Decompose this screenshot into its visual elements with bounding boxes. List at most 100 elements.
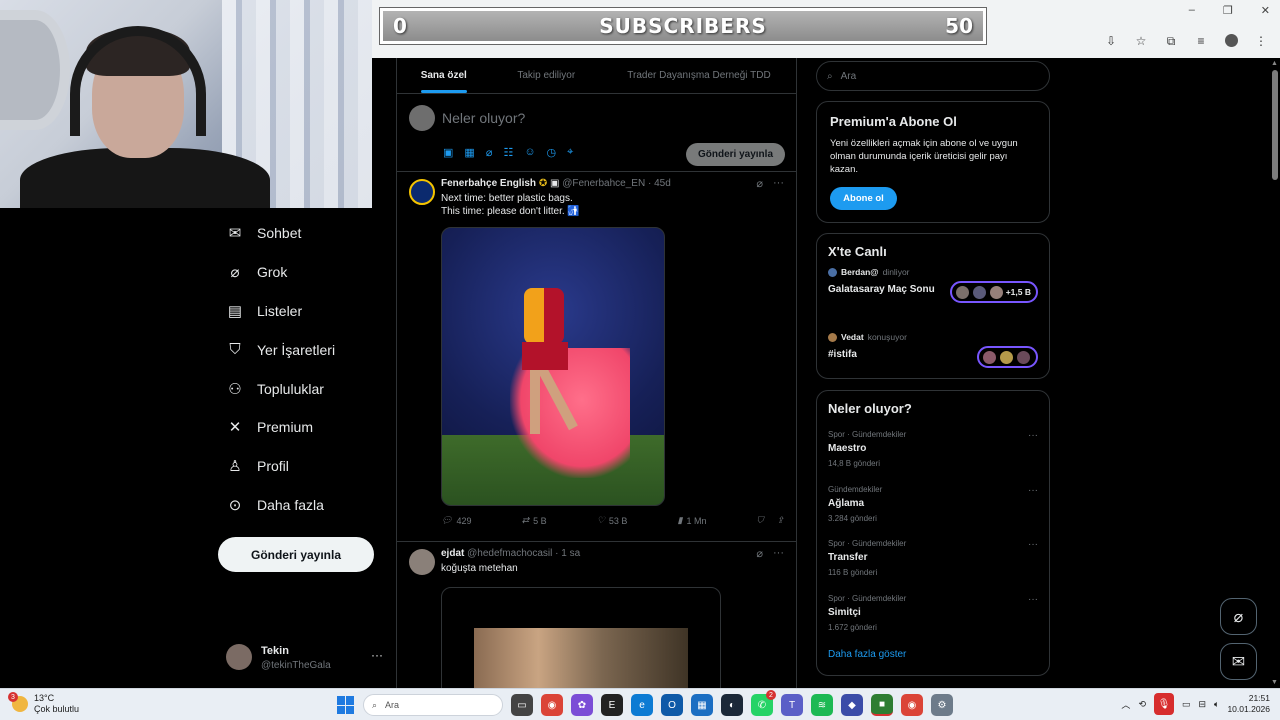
messages-floating-button[interactable]: ✉	[1220, 643, 1257, 680]
like-button[interactable]: ♡ 53 B	[597, 515, 628, 526]
more-icon[interactable]: ···	[1028, 485, 1038, 496]
more-icon[interactable]: ···	[1028, 430, 1038, 441]
account-switcher[interactable]: Tekin @tekinTheGala ···	[226, 644, 386, 674]
tweet-image[interactable]	[441, 227, 665, 506]
compose-input[interactable]: Neler oluyor?	[442, 110, 525, 126]
sidebar-item-communities[interactable]: ⚇ Topluluklar	[222, 369, 382, 408]
chrome-icon[interactable]: ◉	[541, 694, 563, 716]
bookmark-star-icon[interactable]: ☆	[1134, 34, 1148, 50]
share-icon[interactable]: ⇪	[776, 515, 784, 526]
recording-app-icon[interactable]: ■	[871, 694, 893, 716]
more-icon[interactable]: ···	[1028, 539, 1038, 550]
teams-icon[interactable]: T	[781, 694, 803, 716]
reading-list-icon[interactable]: ≡	[1194, 34, 1208, 50]
trend-item[interactable]: Gündemdekiler Ağlama 3.284 gönderi ···	[828, 485, 1038, 540]
avatar[interactable]	[409, 179, 435, 205]
emoji-icon[interactable]: ☺	[524, 146, 535, 159]
tab-community-tdd[interactable]: Trader Dayanışma Derneği TDD	[602, 58, 796, 93]
sidebar-item-more[interactable]: ⊙ Daha fazla	[222, 486, 382, 525]
listeners-pill[interactable]	[977, 346, 1038, 368]
grok-icon[interactable]: ⌀	[486, 146, 493, 159]
tweet-time[interactable]: 45d	[654, 178, 671, 189]
extensions-icon[interactable]: ⧉	[1164, 34, 1178, 50]
scroll-down-icon[interactable]: ▼	[1271, 679, 1278, 686]
sidebar-item-lists[interactable]: ▤ Listeler	[222, 292, 382, 331]
schedule-icon[interactable]: ◷	[547, 146, 557, 159]
display-icon[interactable]: ▭	[1182, 699, 1191, 710]
whatsapp-icon[interactable]: ✆ 2	[751, 690, 776, 716]
tweet-time[interactable]: 1 sa	[561, 548, 580, 559]
more-icon[interactable]: ···	[1028, 594, 1038, 605]
live-space-item[interactable]: Vedat konuşuyor #istifa	[828, 332, 1038, 389]
grok-floating-button[interactable]: ⌀	[1220, 598, 1257, 635]
tweet-author-name[interactable]: ejdat	[441, 548, 464, 559]
grok-icon[interactable]: ⌀	[756, 177, 763, 190]
weather-widget[interactable]: 3 13°C Çok bulutlu	[8, 692, 79, 715]
grok-icon[interactable]: ⌀	[756, 547, 763, 560]
trend-item[interactable]: Spor · Gündemdekiler Simitçi 1.672 gönde…	[828, 594, 1038, 649]
location-icon[interactable]: ⌖	[567, 146, 573, 159]
avatar[interactable]	[409, 549, 435, 575]
sync-icon[interactable]: ⟲	[1138, 699, 1146, 710]
tab-for-you[interactable]: Sana özel	[397, 58, 491, 93]
sidebar-item-profile[interactable]: ♙ Profil	[222, 447, 382, 486]
tab-following[interactable]: Takip ediliyor	[491, 58, 602, 93]
scroll-up-icon[interactable]: ▲	[1271, 60, 1278, 67]
page-scrollbar[interactable]: ▲ ▼	[1270, 58, 1280, 688]
tweet-author-handle[interactable]: @hedefmachocasil	[467, 548, 552, 559]
tweet[interactable]: Fenerbahçe English ✪ ▣ @Fenerbahce_EN · …	[397, 172, 796, 542]
store-icon[interactable]: ▦	[691, 694, 713, 716]
sidebar-item-bookmarks[interactable]: ⛉ Yer İşaretleri	[222, 330, 382, 369]
scrollbar-thumb[interactable]	[1272, 70, 1278, 180]
gif-icon[interactable]: ▦	[464, 146, 474, 159]
listeners-pill[interactable]: +1,5 B	[949, 281, 1038, 303]
settings-icon[interactable]: ⚙	[931, 694, 953, 716]
sidebar-item-grok[interactable]: ⌀ Grok	[222, 253, 382, 292]
volume-icon[interactable]: 🔈︎	[1214, 699, 1219, 710]
more-icon[interactable]: ···	[773, 547, 784, 560]
sidebar-item-chat[interactable]: ✉ Sohbet	[222, 214, 382, 253]
steam-icon[interactable]: ◐	[721, 694, 743, 716]
edge-icon[interactable]: e	[631, 694, 653, 716]
trend-item[interactable]: Spor · Gündemdekiler Transfer 116 B gönd…	[828, 539, 1038, 594]
restore-button[interactable]: ❐	[1223, 4, 1233, 17]
retweet-button[interactable]: ⇄ 5 B	[522, 515, 547, 526]
post-button[interactable]: Gönderi yayınla	[218, 537, 374, 572]
spotify-icon[interactable]: ≋	[811, 694, 833, 716]
network-icon[interactable]: ⊟	[1199, 699, 1207, 710]
subscribe-button[interactable]: Abone ol	[830, 187, 897, 210]
more-icon[interactable]: ···	[371, 648, 383, 662]
trend-item[interactable]: Spor · Gündemdekiler Maestro 14,8 B gönd…	[828, 430, 1038, 485]
views-button[interactable]: ▮ 1 Mn	[678, 515, 707, 526]
clock[interactable]: 21:51 10.01.2026	[1227, 693, 1270, 715]
profile-icon[interactable]	[1224, 34, 1238, 50]
chrome-icon[interactable]: ◉	[901, 694, 923, 716]
minimize-button[interactable]: –	[1189, 4, 1195, 17]
browser-menu-icon[interactable]: ⋮	[1254, 34, 1268, 50]
bookmark-icon[interactable]: ⛉	[757, 515, 764, 526]
outlook-icon[interactable]: O	[661, 694, 683, 716]
search-input[interactable]: ⌕ Ara	[816, 61, 1050, 91]
epic-games-icon[interactable]: E	[601, 694, 623, 716]
install-app-icon[interactable]: ⇩	[1104, 34, 1118, 50]
windows-start-icon[interactable]	[337, 696, 355, 714]
tweet-video[interactable]	[441, 587, 721, 688]
sidebar-item-premium[interactable]: ✕ Premium	[222, 408, 382, 447]
task-view-icon[interactable]: ▭	[511, 694, 533, 716]
tweet-author-handle[interactable]: @Fenerbahce_EN	[562, 178, 645, 189]
close-button[interactable]: ✕	[1261, 4, 1270, 17]
compose-post-button[interactable]: Gönderi yayınla	[686, 143, 785, 166]
live-space-item[interactable]: Berdan@ dinliyor Galatasaray Maç Sonu +1…	[828, 267, 1038, 324]
poll-icon[interactable]: ☷	[503, 146, 513, 159]
taskbar-search[interactable]: ⌕ Ara	[363, 694, 503, 716]
copilot-icon[interactable]: ✿	[571, 694, 593, 716]
microphone-icon[interactable]: 🎙︎	[1153, 693, 1174, 715]
image-icon[interactable]: ▣	[443, 146, 453, 159]
show-more-link[interactable]: Daha fazla göster	[828, 649, 1038, 660]
chevron-up-icon[interactable]: ︿	[1121, 698, 1130, 711]
tweet[interactable]: ejdat @hedefmachocasil · 1 sa ⌀ ··· koğu…	[397, 542, 796, 688]
more-icon[interactable]: ···	[773, 177, 784, 190]
app-icon[interactable]: ◆	[841, 694, 863, 716]
reply-button[interactable]: 💬︎ 429	[441, 515, 471, 526]
tweet-author-name[interactable]: Fenerbahçe English	[441, 178, 536, 189]
